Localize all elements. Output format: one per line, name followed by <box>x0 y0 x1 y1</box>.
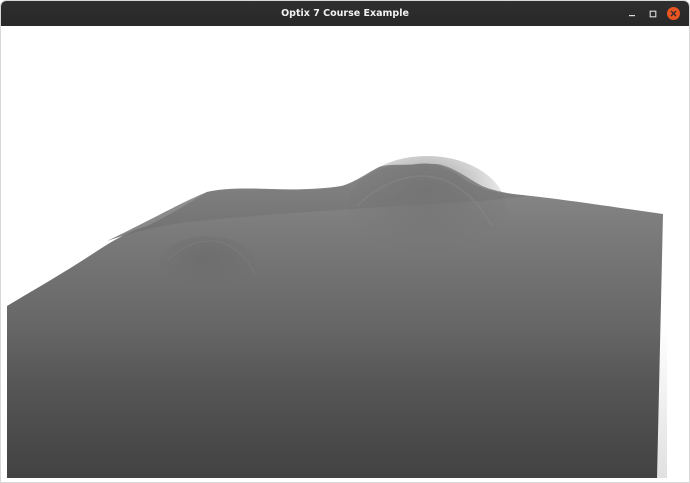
close-button[interactable] <box>664 4 683 23</box>
minimize-icon <box>628 10 636 18</box>
render-viewport[interactable] <box>7 26 685 478</box>
maximize-icon <box>649 10 657 18</box>
window-controls <box>620 4 683 23</box>
maximize-button[interactable] <box>643 4 662 23</box>
terrain-hill-small <box>157 236 257 296</box>
window-title: Optix 7 Course Example <box>281 8 409 19</box>
minimize-button[interactable] <box>622 4 641 23</box>
close-icon <box>667 7 680 20</box>
terrain-render <box>7 156 667 478</box>
terrain-bottom-shade <box>7 326 667 478</box>
application-window: Optix 7 Course Example <box>0 0 690 483</box>
title-bar[interactable]: Optix 7 Course Example <box>1 1 689 26</box>
